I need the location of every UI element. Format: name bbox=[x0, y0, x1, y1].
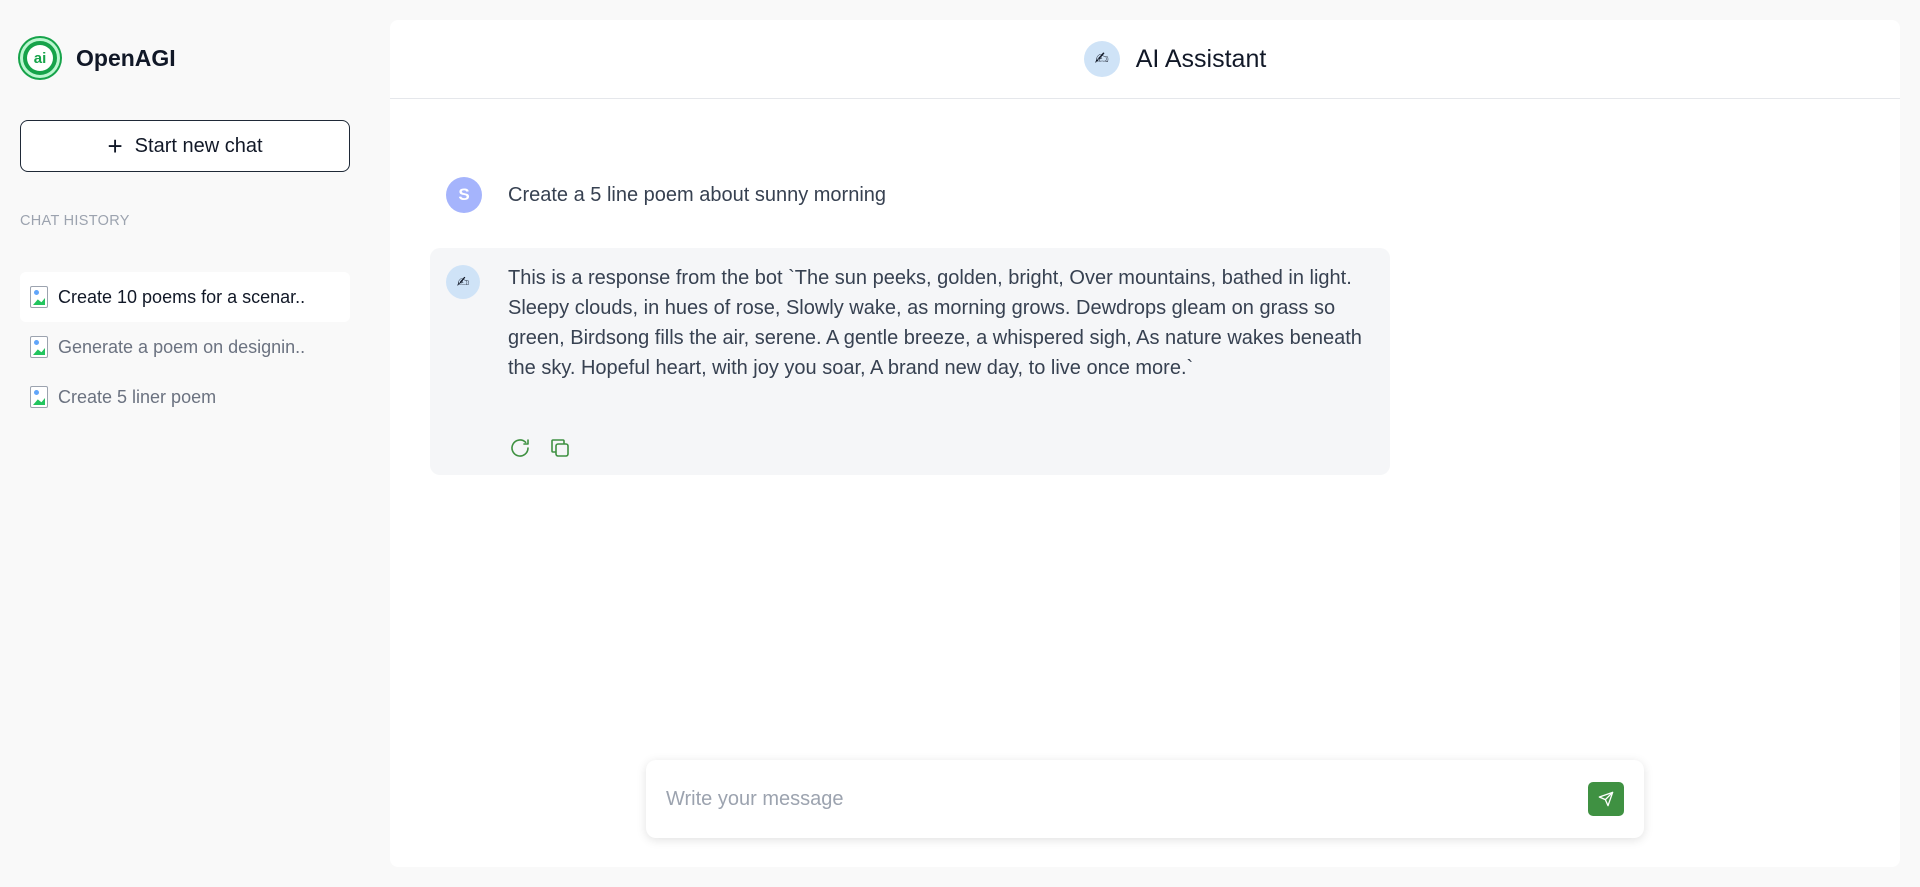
assistant-message: ✍ This is a response from the bot `The s… bbox=[430, 248, 1390, 475]
start-new-chat-label: Start new chat bbox=[134, 134, 263, 157]
message-composer bbox=[646, 760, 1644, 838]
assistant-message-text: This is a response from the bot `The sun… bbox=[508, 267, 1362, 379]
chat-history-heading: CHAT HISTORY bbox=[20, 213, 130, 229]
regenerate-icon[interactable] bbox=[508, 436, 532, 460]
user-message-text: Create a 5 line poem about sunny morning bbox=[508, 183, 887, 206]
logo-text: ai bbox=[27, 45, 53, 71]
user-avatar: S bbox=[446, 177, 482, 213]
chat-panel: ✍ AI Assistant S Create a 5 line poem ab… bbox=[390, 20, 1900, 867]
chat-history-item-label: Generate a poem on designin.. bbox=[58, 336, 306, 357]
assistant-avatar-icon: ✍ bbox=[1083, 41, 1120, 77]
broken-image-icon bbox=[30, 286, 48, 308]
chat-history-item-label: Create 10 poems for a scenar.. bbox=[58, 286, 306, 307]
brand-name: OpenAGI bbox=[76, 44, 176, 71]
chat-history-item-label: Create 5 liner poem bbox=[58, 386, 217, 407]
send-button[interactable] bbox=[1588, 782, 1624, 816]
chat-history-item[interactable]: Generate a poem on designin.. bbox=[20, 322, 350, 372]
chat-history-item[interactable]: Create 10 poems for a scenar.. bbox=[20, 272, 350, 322]
user-message: S Create a 5 line poem about sunny morni… bbox=[446, 177, 886, 213]
start-new-chat-button[interactable]: + Start new chat bbox=[20, 120, 350, 172]
message-input[interactable] bbox=[646, 760, 1588, 838]
broken-image-icon bbox=[30, 336, 48, 358]
page-title: AI Assistant bbox=[1135, 44, 1267, 73]
send-icon bbox=[1598, 791, 1614, 807]
assistant-avatar-icon: ✍ bbox=[446, 265, 480, 299]
plus-icon: + bbox=[107, 131, 123, 161]
chat-history-item[interactable]: Create 5 liner poem bbox=[20, 372, 350, 422]
brand: ai OpenAGI bbox=[20, 38, 176, 78]
chat-history-list: Create 10 poems for a scenar.. Generate … bbox=[20, 272, 350, 422]
openagi-logo-icon: ai bbox=[20, 38, 60, 78]
sidebar: ai OpenAGI + Start new chat CHAT HISTORY… bbox=[0, 0, 370, 887]
chat-header: ✍ AI Assistant bbox=[390, 20, 1900, 99]
message-actions bbox=[508, 436, 572, 460]
broken-image-icon bbox=[30, 386, 48, 408]
copy-icon[interactable] bbox=[548, 436, 572, 460]
